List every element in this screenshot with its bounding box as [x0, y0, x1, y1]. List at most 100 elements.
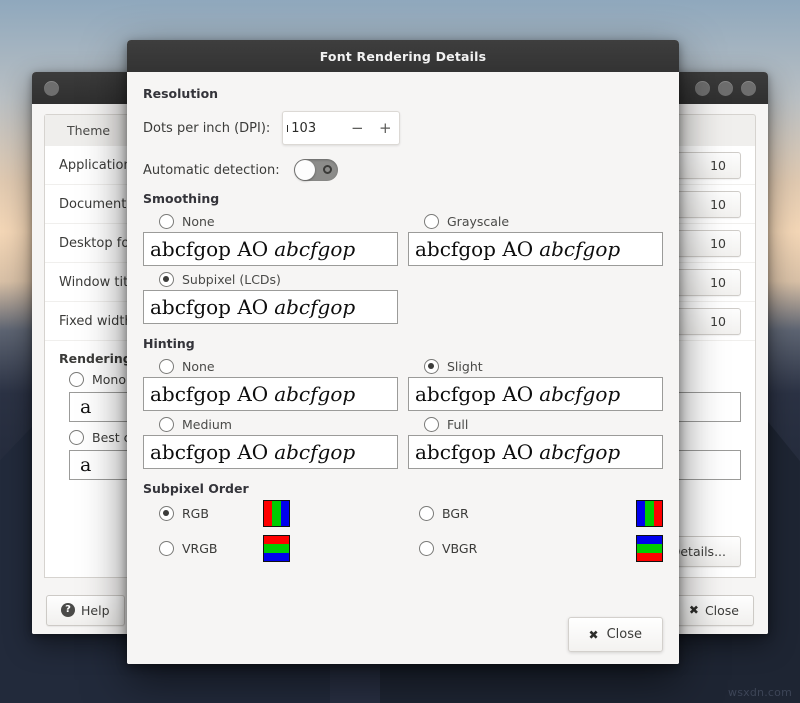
radio-icon[interactable] — [69, 430, 84, 445]
hinting-option-none[interactable]: None abcfgop AO abcfgop — [143, 355, 398, 411]
preview-italic: abcfgop — [539, 440, 620, 464]
smoothing-grayscale-preview: abcfgop AO abcfgop — [408, 232, 663, 266]
radio-icon[interactable] — [159, 417, 174, 432]
help-button[interactable]: ? Help — [46, 595, 125, 626]
subpixel-swatch-rgb-wrap — [263, 500, 403, 527]
radio-icon[interactable] — [419, 506, 434, 521]
subpixel-option-label: RGB — [182, 506, 209, 521]
dialog-titlebar[interactable]: Font Rendering Details — [127, 40, 679, 73]
radio-icon[interactable] — [69, 372, 84, 387]
preview-regular: abcfgop AO — [415, 382, 533, 406]
maximize-button[interactable] — [718, 81, 733, 96]
subpixel-option-vrgb[interactable]: VRGB — [143, 541, 263, 556]
tab-theme[interactable]: Theme — [45, 115, 133, 146]
minimize-button[interactable] — [695, 81, 710, 96]
font-rendering-details-dialog[interactable]: Font Rendering Details Resolution Dots p… — [127, 40, 679, 664]
smoothing-subpixel-radio-row[interactable]: Subpixel (LCDs) — [143, 272, 398, 287]
subpixel-option-label: VBGR — [442, 541, 477, 556]
background-close-button[interactable]: ✖ Close — [674, 595, 754, 626]
font-row-label: Window titl — [59, 275, 132, 290]
close-button[interactable] — [741, 81, 756, 96]
preview-italic: abcfgop — [274, 237, 355, 261]
window-menu-button[interactable] — [44, 81, 59, 96]
hinting-slight-preview: abcfgop AO abcfgop — [408, 377, 663, 411]
radio-icon[interactable] — [424, 214, 439, 229]
smoothing-option-none[interactable]: None abcfgop AO abcfgop — [143, 210, 398, 266]
radio-icon[interactable] — [159, 214, 174, 229]
subpixel-option-bgr[interactable]: BGR — [403, 506, 523, 521]
smoothing-none-preview: abcfgop AO abcfgop — [143, 232, 398, 266]
rendering-sample-text: a — [80, 454, 91, 476]
smoothing-option-label: Grayscale — [447, 214, 509, 229]
dpi-stepper[interactable]: 103 − + — [282, 111, 400, 145]
radio-icon[interactable] — [159, 272, 174, 287]
hinting-option-slight[interactable]: Slight abcfgop AO abcfgop — [408, 355, 663, 411]
help-button-label: Help — [81, 603, 110, 618]
hinting-full-radio-row[interactable]: Full — [408, 417, 663, 432]
smoothing-option-subpixel[interactable]: Subpixel (LCDs) abcfgop AO abcfgop — [143, 268, 398, 324]
dpi-increment-button[interactable]: + — [371, 113, 399, 143]
hinting-option-medium[interactable]: Medium abcfgop AO abcfgop — [143, 413, 398, 469]
dpi-value: 103 — [291, 121, 316, 136]
subpixel-option-vbgr[interactable]: VBGR — [403, 541, 523, 556]
dpi-input[interactable]: 103 — [283, 121, 343, 136]
radio-icon[interactable] — [159, 359, 174, 374]
radio-icon[interactable] — [159, 541, 174, 556]
automatic-detection-label: Automatic detection: — [143, 163, 280, 178]
subpixel-order-heading: Subpixel Order — [143, 481, 663, 496]
smoothing-subpixel-preview: abcfgop AO abcfgop — [143, 290, 398, 324]
resolution-heading: Resolution — [143, 86, 663, 101]
hinting-heading: Hinting — [143, 336, 663, 351]
rendering-option-label: Best c — [92, 430, 131, 445]
hinting-option-full[interactable]: Full abcfgop AO abcfgop — [408, 413, 663, 469]
close-x-icon: ✖ — [589, 628, 599, 642]
dpi-decrement-button[interactable]: − — [343, 113, 371, 143]
hinting-option-label: Medium — [182, 417, 232, 432]
preview-regular: abcfgop AO — [150, 295, 268, 319]
hinting-medium-radio-row[interactable]: Medium — [143, 417, 398, 432]
radio-icon[interactable] — [419, 541, 434, 556]
automatic-detection-toggle[interactable] — [294, 159, 338, 181]
preview-regular: abcfgop AO — [415, 237, 533, 261]
subpixel-swatch-bgr-wrap — [523, 500, 663, 527]
font-row-label: Document f — [59, 197, 135, 212]
dialog-close-button-label: Close — [607, 627, 642, 642]
hinting-slight-radio-row[interactable]: Slight — [408, 359, 663, 374]
smoothing-grayscale-radio-row[interactable]: Grayscale — [408, 214, 663, 229]
smoothing-none-radio-row[interactable]: None — [143, 214, 398, 229]
preview-italic: abcfgop — [274, 382, 355, 406]
subpixel-option-rgb[interactable]: RGB — [143, 506, 263, 521]
preview-regular: abcfgop AO — [150, 237, 268, 261]
watermark: wsxdn.com — [728, 686, 792, 699]
preview-italic: abcfgop — [539, 237, 620, 261]
font-row-label: Desktop fon — [59, 236, 138, 251]
subpixel-swatch-vbgr-wrap — [523, 535, 663, 562]
rgb-stripe-icon — [263, 500, 290, 527]
preview-regular: abcfgop AO — [415, 440, 533, 464]
hinting-none-preview: abcfgop AO abcfgop — [143, 377, 398, 411]
hinting-options: None abcfgop AO abcfgop Slight abcfgop A… — [143, 355, 663, 471]
text-caret — [287, 125, 288, 132]
font-row-label: Fixed width — [59, 314, 133, 329]
smoothing-heading: Smoothing — [143, 191, 663, 206]
radio-icon[interactable] — [424, 359, 439, 374]
preview-italic: abcfgop — [274, 295, 355, 319]
hinting-none-radio-row[interactable]: None — [143, 359, 398, 374]
smoothing-option-grayscale[interactable]: Grayscale abcfgop AO abcfgop — [408, 210, 663, 266]
toggle-knob — [295, 160, 315, 180]
hinting-option-label: None — [182, 359, 215, 374]
hinting-option-label: Full — [447, 417, 468, 432]
vbgr-stripe-icon — [636, 535, 663, 562]
help-icon: ? — [61, 603, 75, 617]
radio-icon[interactable] — [424, 417, 439, 432]
radio-icon[interactable] — [159, 506, 174, 521]
vrgb-stripe-icon — [263, 535, 290, 562]
subpixel-order-options: RGB BGR VRGB — [143, 500, 663, 562]
close-x-icon: ✖ — [689, 603, 699, 617]
rendering-option-label: Mono — [92, 372, 126, 387]
dialog-close-button[interactable]: ✖ Close — [568, 617, 663, 652]
dpi-row: Dots per inch (DPI): 103 − + — [143, 111, 663, 145]
smoothing-options: None abcfgop AO abcfgop Grayscale abcfgo… — [143, 210, 663, 326]
rendering-sample-text: a — [80, 396, 91, 418]
preview-regular: abcfgop AO — [150, 382, 268, 406]
